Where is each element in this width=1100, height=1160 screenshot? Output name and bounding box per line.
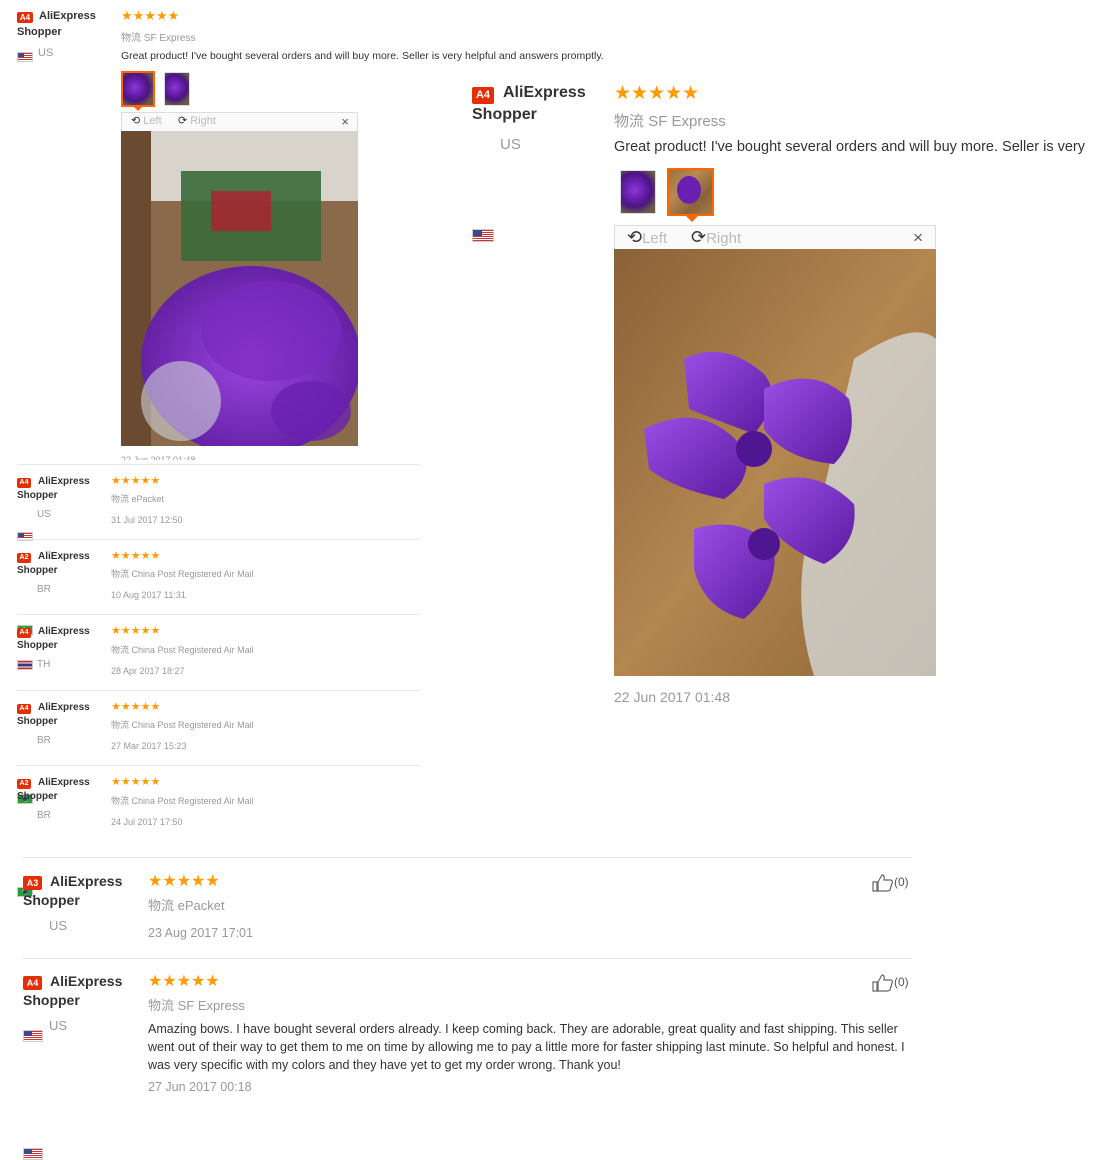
- review-date: 27 Mar 2017 15:23: [111, 741, 187, 751]
- review-date-clipped: 22 Jun 2017 01:48: [121, 455, 196, 460]
- shipping-method: 物流 China Post Registered Air Mail: [111, 796, 254, 806]
- user-name-line2: Shopper: [23, 992, 80, 1008]
- star-rating: ★★★★★: [111, 776, 161, 788]
- level-badge: A4: [17, 478, 31, 488]
- user-name-line2: Shopper: [17, 640, 58, 651]
- shipping-method: 物流 China Post Registered Air Mail: [111, 720, 254, 730]
- star-rating: ★★★★★: [121, 8, 180, 23]
- star-rating: ★★★★★: [111, 701, 161, 713]
- shipping-method: 物流 China Post Registered Air Mail: [111, 645, 254, 655]
- rotate-right-icon: ⟳: [691, 227, 707, 247]
- thumb-pointer: [133, 106, 143, 111]
- review-text: Amazing bows. I have bought several orde…: [148, 1022, 905, 1072]
- review-thumbnail-2[interactable]: [667, 168, 714, 216]
- review-thumbnail-1[interactable]: [620, 170, 656, 214]
- review-thumbnail-1[interactable]: [121, 71, 155, 107]
- shipping-method: 物流 SF Express: [148, 998, 245, 1013]
- country-code: US: [37, 509, 51, 520]
- close-icon[interactable]: ×: [913, 228, 923, 248]
- country-code: US: [500, 136, 521, 153]
- level-badge: A3: [23, 876, 42, 890]
- user-name-line2: Shopper: [17, 490, 58, 501]
- review-photo-large: [121, 131, 358, 446]
- user-name: AliExpress: [50, 873, 123, 889]
- th-flag-icon: [17, 660, 33, 670]
- user-name-line2: Shopper: [472, 106, 537, 123]
- review-top-small: A4 AliExpress Shopper US ★★★★★ 物流 SF Exp…: [0, 0, 1100, 460]
- country-code: US: [38, 47, 54, 59]
- review-date: 23 Aug 2017 17:01: [148, 926, 253, 940]
- star-rating: ★★★★★: [148, 973, 220, 990]
- level-badge: A2: [17, 779, 31, 789]
- level-badge: A4: [17, 704, 31, 714]
- shipping-method: 物流 China Post Registered Air Mail: [111, 569, 254, 579]
- level-badge: A4: [23, 976, 42, 990]
- user-name-line2: Shopper: [23, 892, 80, 908]
- level-badge: A4: [17, 628, 31, 638]
- review-thumbnail-2[interactable]: [164, 72, 190, 106]
- rotate-left-icon: ⟲: [627, 227, 643, 247]
- thumbs-up-icon: [872, 974, 893, 992]
- image-viewer-toolbar: ⟲Left ⟳Right ×: [614, 225, 936, 249]
- like-button[interactable]: (0): [872, 874, 909, 892]
- shipping-method: 物流 ePacket: [111, 494, 165, 504]
- star-rating: ★★★★★: [111, 625, 161, 637]
- review-photo-large: [614, 249, 936, 676]
- review-date: 27 Jun 2017 00:18: [148, 1080, 252, 1094]
- review-date: 10 Aug 2017 11:31: [111, 590, 186, 600]
- star-rating: ★★★★★: [111, 550, 161, 562]
- shipping-method: 物流 ePacket: [148, 898, 225, 913]
- user-name: AliExpress: [38, 476, 90, 487]
- rotate-left-button[interactable]: ⟲Left: [627, 227, 667, 248]
- user-name: AliExpress: [39, 10, 96, 22]
- rotate-left-icon: ⟲: [131, 115, 141, 127]
- image-viewer-toolbar: ⟲ Left ⟳ Right ×: [121, 112, 358, 131]
- review-text: Great product! I've bought several order…: [614, 139, 1086, 155]
- star-rating: ★★★★★: [614, 83, 700, 104]
- close-icon[interactable]: ×: [341, 114, 349, 129]
- user-name-line2: Shopper: [17, 26, 62, 38]
- user-name: AliExpress: [38, 702, 90, 713]
- rotate-right-icon: ⟳: [178, 115, 188, 127]
- country-code: TH: [37, 659, 51, 670]
- rotate-right-button[interactable]: ⟳Right: [691, 227, 741, 248]
- user-name: AliExpress: [38, 777, 90, 788]
- us-flag-icon: [23, 1029, 43, 1042]
- country-code: US: [49, 1018, 68, 1033]
- user-name: AliExpress: [38, 626, 90, 637]
- rotate-right-button[interactable]: ⟳ Right: [178, 114, 216, 127]
- user-name: AliExpress: [503, 84, 586, 101]
- review-date: 31 Jul 2017 12:50: [111, 515, 183, 525]
- country-code: US: [49, 918, 68, 933]
- shipping-method: 物流 SF Express: [614, 113, 726, 130]
- level-badge: A2: [17, 553, 31, 563]
- us-flag-icon: [17, 51, 33, 62]
- level-badge: A4: [17, 12, 33, 23]
- star-rating: ★★★★★: [148, 873, 220, 890]
- user-name: AliExpress: [38, 551, 90, 562]
- user-name: AliExpress: [50, 973, 123, 989]
- review-date: 24 Jul 2017 17:50: [111, 817, 183, 827]
- star-rating: ★★★★★: [111, 475, 161, 487]
- user-name-line2: Shopper: [17, 716, 58, 727]
- rotate-left-button[interactable]: ⟲ Left: [131, 114, 162, 127]
- like-button[interactable]: (0): [872, 974, 909, 992]
- country-code: BR: [37, 584, 51, 595]
- shipping-method: 物流 SF Express: [121, 33, 196, 44]
- user-name-line2: Shopper: [17, 565, 58, 576]
- us-flag-icon: [472, 229, 494, 243]
- thumb-pointer: [685, 215, 699, 222]
- review-date: 28 Apr 2017 18:27: [111, 666, 185, 676]
- review-date: 22 Jun 2017 01:48: [614, 689, 730, 705]
- country-code: BR: [37, 810, 51, 821]
- us-flag-icon: [23, 1147, 43, 1160]
- country-code: BR: [37, 735, 51, 746]
- level-badge: A4: [472, 87, 494, 104]
- user-name-line2: Shopper: [17, 791, 58, 802]
- review-text: Great product! I've bought several order…: [121, 50, 604, 62]
- thumbs-up-icon: [872, 874, 893, 892]
